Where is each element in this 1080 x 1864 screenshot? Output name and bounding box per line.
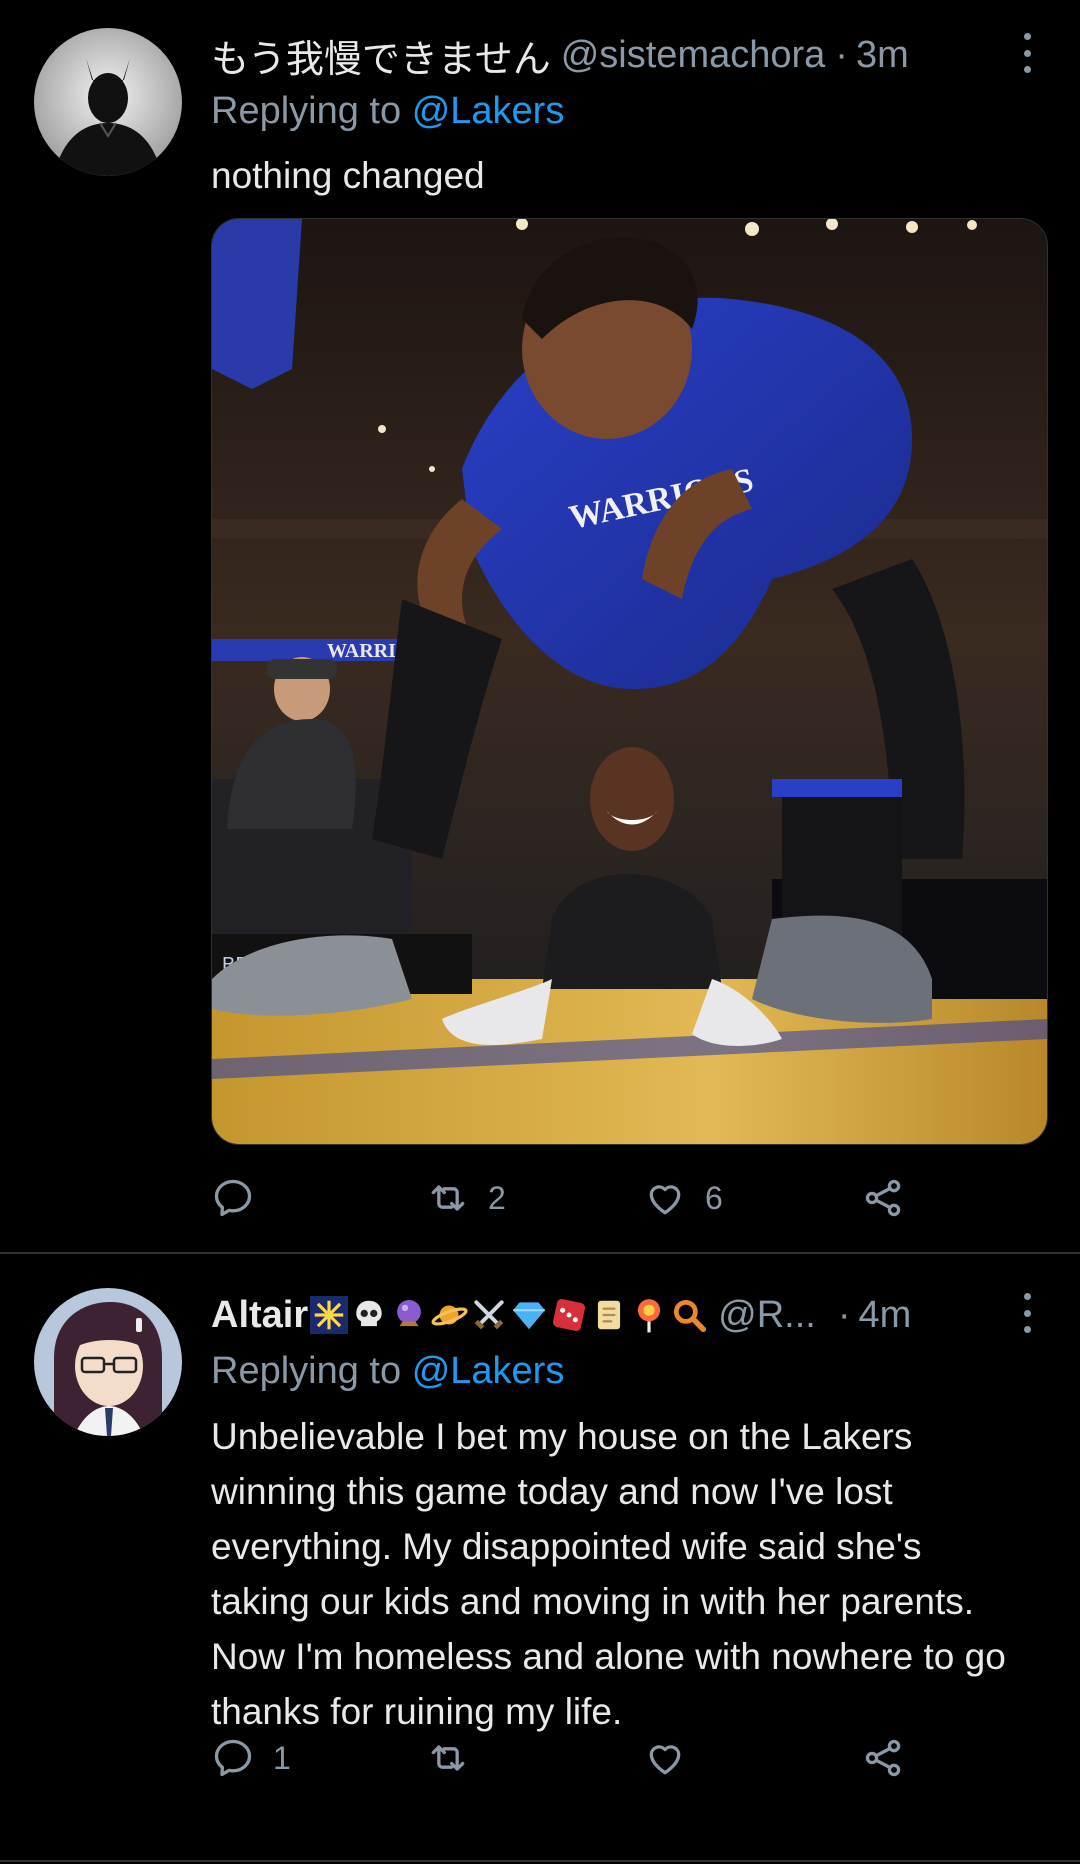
retweet-icon [431,1185,465,1211]
skull-icon [356,1300,382,1327]
share-icon [865,1179,901,1217]
tweet-header: Altair @R... · 4m [211,1288,1000,1342]
retweet-button[interactable]: 2 [426,1168,506,1228]
crossed-swords-icon [474,1300,504,1330]
tweet-text: nothing changed [211,155,485,196]
scroll-icon [598,1300,621,1330]
tweet-header: もう我慢できません @sistemachora · 3m [211,28,1000,82]
heart-icon [649,1745,681,1775]
retweet-count: 2 [488,1179,506,1216]
replying-to: Replying to @Lakers [211,1350,564,1393]
name-emojis [308,1296,708,1334]
mention-link[interactable]: @Lakers [412,1350,565,1392]
photo-basketball-players: WARRIO BRITA BRITA B A WARRIORS [212,219,1047,1144]
more-options-icon[interactable] [1014,33,1040,73]
reply-count: 1 [273,1739,291,1776]
tweet-1[interactable]: もう我慢できません @sistemachora · 3m Replying to… [0,0,1080,1252]
dice-icon [553,1298,586,1332]
separator-dot: · [835,33,848,76]
separator-dot: · [837,1293,851,1336]
reply-icon [214,1179,252,1217]
like-button[interactable]: 6 [643,1168,723,1228]
crystal-ball-icon [397,1299,422,1327]
ringed-planet-icon [431,1305,468,1326]
retweet-icon [431,1745,465,1771]
tweet-2[interactable]: Altair @R... · 4m Replying to @Lakers Un… [0,1254,1080,1864]
display-name[interactable]: もう我慢できません [211,28,551,82]
more-options-icon[interactable] [1014,1293,1040,1333]
magnifier-icon [674,1299,707,1333]
reply-icon [214,1739,252,1777]
reply-button[interactable]: 1 [211,1728,291,1788]
user-avatar[interactable] [34,28,182,176]
tweet-actions: 2 6 [211,1168,1021,1228]
heart-icon [649,1185,681,1215]
user-handle[interactable]: @sistemachora [561,34,826,77]
timestamp[interactable]: 4m [859,1294,912,1337]
tweet-text: Unbelievable I bet my house on the Laker… [211,1416,1006,1732]
display-name[interactable]: Altair [211,1294,308,1337]
replying-to: Replying to @Lakers [211,90,564,133]
like-button[interactable] [643,1728,705,1788]
tweet-divider [0,1860,1080,1862]
gem-icon [513,1302,545,1330]
reply-button[interactable] [211,1168,273,1228]
timestamp[interactable]: 3m [856,34,909,77]
replying-prefix: Replying to [211,1350,402,1392]
lollipop-icon [638,1299,661,1333]
tweet-actions: 1 [211,1728,1021,1788]
like-count: 6 [705,1179,723,1216]
user-avatar[interactable] [34,1288,182,1436]
user-handle[interactable]: @R... [718,1294,816,1337]
retweet-button[interactable] [426,1728,488,1788]
sparkler-icon [310,1296,349,1334]
replying-prefix: Replying to [211,90,402,132]
share-button[interactable] [861,1728,905,1788]
share-icon [865,1739,901,1777]
tweet-image[interactable]: WARRIO BRITA BRITA B A WARRIORS [211,218,1048,1145]
mention-link[interactable]: @Lakers [412,90,565,132]
share-button[interactable] [861,1168,905,1228]
